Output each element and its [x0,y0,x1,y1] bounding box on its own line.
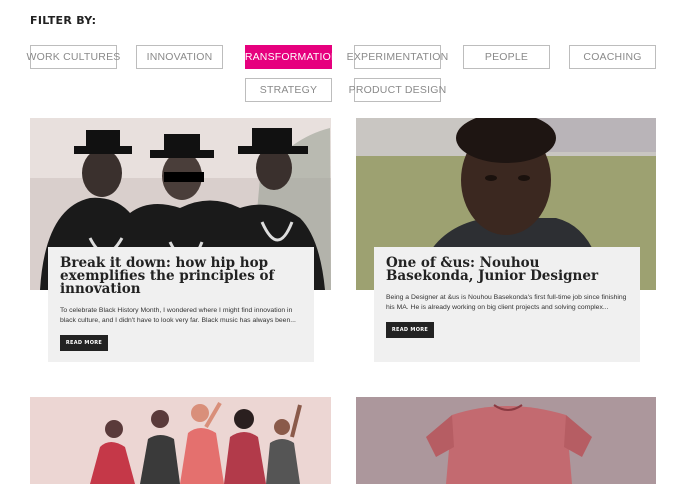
filter-title: FILTER BY: [30,14,97,27]
article-image-team-illustration[interactable] [30,397,331,484]
article-title[interactable]: One of &us: Nouhou Basekonda, Junior Des… [386,256,628,283]
read-more-button[interactable]: READ MORE [60,335,108,351]
filter-experimentation[interactable]: EXPERIMENTATION [347,45,448,69]
filter-coaching[interactable]: COACHING [569,45,656,69]
read-more-button[interactable]: READ MORE [386,322,434,338]
article-card-hip-hop: Break it down: how hip hop exemplifies t… [48,247,314,362]
article-excerpt: To celebrate Black History Month, I wond… [60,307,296,324]
article-title[interactable]: Break it down: how hip hop exemplifies t… [60,256,302,296]
article-excerpt: Being a Designer at &us is Nouhou Baseko… [386,294,627,311]
article-card-nouhou: One of &us: Nouhou Basekonda, Junior Des… [374,247,640,362]
filter-work-cultures[interactable]: WORK CULTURES [27,45,120,69]
filter-product-design[interactable]: PRODUCT DESIGN [349,78,446,102]
filter-innovation[interactable]: INNOVATION [136,45,223,69]
article-image-pink-shirt[interactable] [356,397,656,484]
filter-strategy[interactable]: STRATEGY [245,78,332,102]
filter-transformation[interactable]: TRANSFORMATION [238,45,339,69]
filter-people[interactable]: PEOPLE [463,45,550,69]
